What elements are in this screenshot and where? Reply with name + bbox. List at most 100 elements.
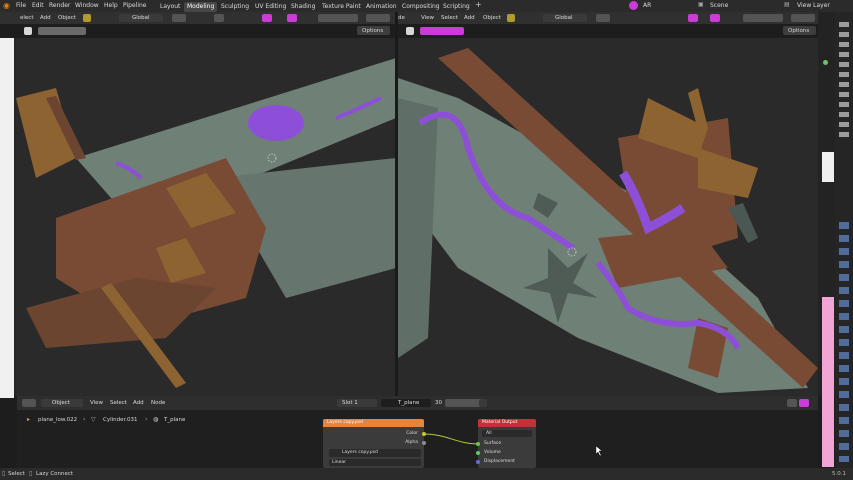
user-name[interactable]: AR [643,2,651,9]
material-output-node[interactable]: Material Output All Surface Volume Displ… [478,419,536,468]
menu-help[interactable]: Help [104,2,118,9]
node-menu-add[interactable]: Add [133,400,144,406]
slot-label: Slot 1 [342,400,358,406]
left-viewport-canvas[interactable] [16,38,395,396]
view-layer-icon: ▤ [784,1,790,8]
status-select: Select [8,471,25,477]
node-editor-canvas[interactable]: ▸ plane_low.022 › ▽ Cylinder.031 › ◍ T_p… [17,410,818,468]
right-snap-icon[interactable] [596,14,610,22]
left-tool-row: Options [0,24,395,38]
output-node-header[interactable]: Material Output [478,419,536,427]
volume-input-socket[interactable] [476,451,480,455]
right-overlay-icon[interactable] [688,14,698,22]
right-viewport-header: de View Select Add Object Global [398,12,818,24]
input-displacement-label: Displacement [484,459,515,464]
visibility-icons[interactable] [839,22,849,142]
node-editor-header: Object View Select Add Node Slot 1 T_pla… [17,396,818,410]
left-transform-label: Global [132,15,150,21]
menu-edit[interactable]: Edit [32,2,44,9]
right-extra-icon[interactable] [791,14,815,22]
node-menu-node[interactable]: Node [151,400,165,406]
left-extra-icon[interactable] [366,14,390,22]
right-select-tool-icon[interactable] [406,27,414,35]
input-surface-label: Surface [484,441,502,446]
tab-scripting[interactable]: Scripting [440,2,473,12]
view-layer-name[interactable]: View Layer [797,2,830,9]
right-mode-icon[interactable] [507,14,515,22]
tab-animation[interactable]: Animation [363,2,400,12]
left-viewport-header: elect Add Object Global [0,12,395,24]
right-viewport-canvas[interactable] [398,38,818,396]
left-gizmo-icon[interactable] [287,14,297,22]
alpha-output-socket[interactable] [422,441,426,445]
tab-shading[interactable]: Shading [288,2,318,12]
left-3d-viewport[interactable] [16,38,395,396]
left-proportional-icon[interactable] [214,14,224,22]
left-select-mode-icons[interactable] [38,27,86,35]
right-options-label: Options [788,28,810,34]
right-select-mode-icons[interactable] [420,27,464,35]
menu-window[interactable]: Window [75,2,99,9]
right-3d-viewport[interactable] [398,38,818,396]
left-toolbar-strip [0,38,16,398]
user-avatar[interactable] [629,1,638,10]
version-label: 5.0.1 [832,471,846,477]
tab-texture-paint[interactable]: Texture Paint [319,2,364,12]
menu-render[interactable]: Render [49,2,70,9]
material-name: T_plane [398,400,420,406]
menu-file[interactable]: File [16,2,26,9]
image-texture-node[interactable]: Layers copy.psd Color Alpha Layers copy.… [323,419,424,468]
tab-modeling[interactable]: Modeling [184,2,218,12]
node-menu-select[interactable]: Select [110,400,127,406]
outliner-white-panel [822,152,834,182]
image-node-header[interactable]: Layers copy.psd [323,419,424,427]
outliner-green-dot [823,60,828,65]
left-mode-icon[interactable] [83,14,91,22]
material-user-count[interactable]: 30 [435,400,442,406]
editor-type-icon[interactable] [22,399,36,407]
image-file-name: Layers copy.psd [342,450,378,455]
tab-layout[interactable]: Layout [157,2,183,12]
left-menu-object[interactable]: Object [58,15,76,21]
output-alpha-label: Alpha [405,440,418,445]
node-menu-view[interactable]: View [90,400,103,406]
scene-icon: ▣ [698,1,704,8]
add-workspace-icon[interactable]: + [475,0,482,9]
tab-compositing[interactable]: Compositing [399,2,443,12]
image-node-title: Layers copy.psd [327,420,363,425]
top-menu-bar: ◉ File Edit Render Window Help Pipeline … [0,0,853,12]
right-shading-modes[interactable] [743,14,783,22]
surface-input-socket[interactable] [476,442,480,446]
left-select-tool-icon[interactable] [24,27,32,35]
right-gizmo-icon[interactable] [710,14,720,22]
status-bar: ▯ Select ▯ Lazy Connect 5.0.1 [0,468,853,480]
snap-node-icon[interactable] [799,399,809,407]
pin-icon[interactable] [479,399,487,407]
output-color-label: Color [406,431,418,436]
right-transform-label: Global [555,15,573,21]
tab-uv-editing[interactable]: UV Editing [252,2,289,12]
scene-name[interactable]: Scene [710,2,728,9]
left-overlay-icon[interactable] [262,14,272,22]
input-volume-label: Volume [484,450,501,455]
blender-logo-icon[interactable]: ◉ [3,1,10,10]
right-menu-select[interactable]: Select [441,15,458,21]
menu-pipeline[interactable]: Pipeline [123,2,146,9]
status-lazy-connect: Lazy Connect [36,471,74,477]
right-menu-mode[interactable]: de [398,15,405,21]
right-menu-view[interactable]: View [421,15,434,21]
outliner-pink-strip [822,297,834,467]
mouse-right-icon: ▯ [29,470,33,477]
color-output-socket[interactable] [422,432,426,436]
right-menu-object[interactable]: Object [483,15,501,21]
left-white-panel [0,38,14,398]
right-menu-add[interactable]: Add [464,15,475,21]
overlay-node-icon[interactable] [787,399,797,407]
left-menu-select[interactable]: elect [20,15,33,21]
left-snap-icon[interactable] [172,14,186,22]
left-shading-modes[interactable] [318,14,358,22]
properties-icons[interactable] [839,222,849,462]
displacement-input-socket[interactable] [476,460,480,464]
left-menu-add[interactable]: Add [40,15,51,21]
tab-sculpting[interactable]: Sculpting [218,2,252,12]
